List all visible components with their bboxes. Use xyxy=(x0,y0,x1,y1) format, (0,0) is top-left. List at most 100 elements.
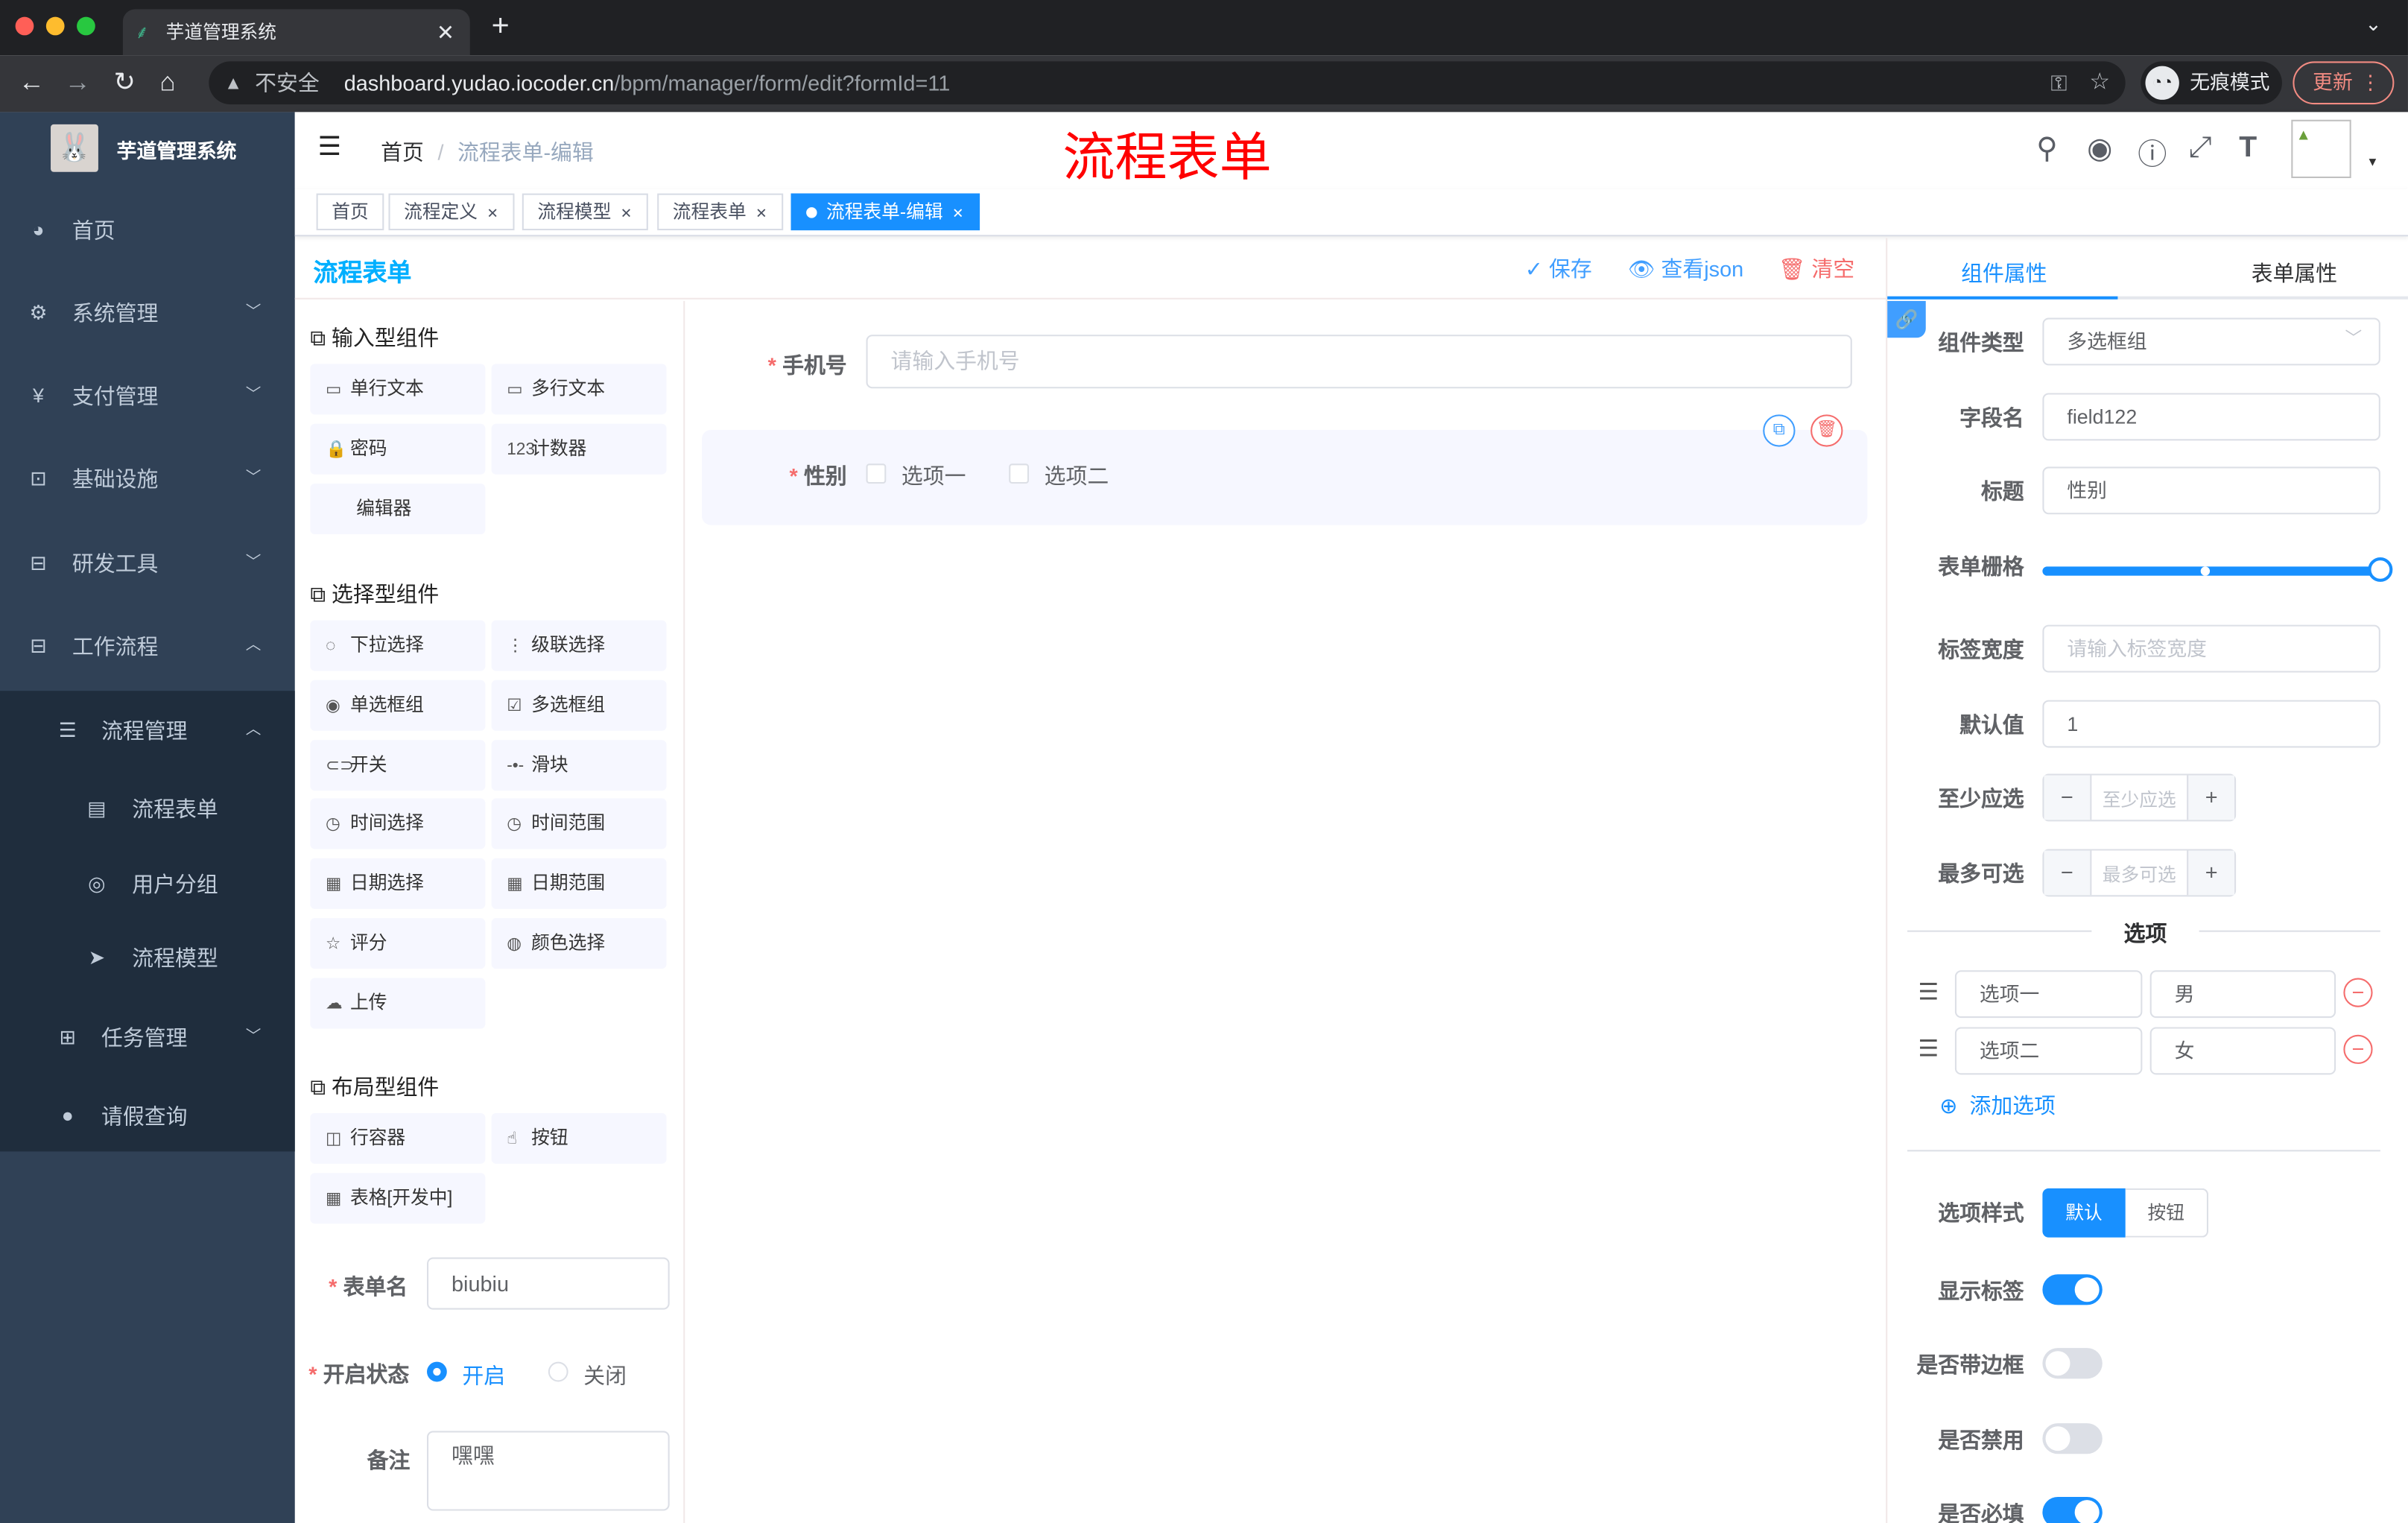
component-button[interactable]: ▦ 表格[开发中] xyxy=(310,1172,486,1223)
component-button[interactable]: ◍ 颜色选择 xyxy=(491,918,667,969)
back-icon[interactable]: ← xyxy=(19,68,45,98)
required-toggle[interactable] xyxy=(2042,1496,2103,1523)
minimize-window-button[interactable] xyxy=(45,16,65,36)
decrease-button[interactable]: − xyxy=(2044,775,2092,820)
close-tag-icon[interactable]: ✕ xyxy=(755,206,767,221)
sidebar-item[interactable]: ⊟ 研发工具 ﹀ xyxy=(0,525,295,602)
span-slider[interactable] xyxy=(2042,566,2380,576)
tab-component-props[interactable]: 组件属性 xyxy=(1961,258,2047,288)
address-bar[interactable]: ▲ 不安全 dashboard.yudao.iocoder.cn/bpm/man… xyxy=(209,61,2126,105)
sidebar-item[interactable]: ¥ 支付管理 ﹀ xyxy=(0,358,295,434)
tag-0[interactable]: 首页 xyxy=(316,193,384,231)
close-tag-icon[interactable]: ✕ xyxy=(621,206,633,221)
style-button-button[interactable]: 按钮 xyxy=(2125,1188,2209,1238)
github-icon[interactable]: ◉ xyxy=(2087,132,2112,167)
remove-option-icon[interactable]: − xyxy=(2343,978,2373,1007)
component-button[interactable]: ⋮ 级联选择 xyxy=(491,620,667,671)
title-input[interactable]: 性别 xyxy=(2042,466,2380,515)
component-button[interactable]: -•- 滑块 xyxy=(491,739,667,791)
status-on-label[interactable]: 开启 xyxy=(462,1361,505,1391)
component-button[interactable]: ▦ 日期选择 xyxy=(310,858,486,910)
disabled-toggle[interactable] xyxy=(2042,1423,2103,1454)
component-button[interactable]: ◷ 时间范围 xyxy=(491,799,667,850)
field-name-input[interactable]: field122 xyxy=(2042,393,2380,441)
remark-textarea[interactable]: 嘿嘿 xyxy=(427,1431,670,1511)
style-default-button[interactable]: 默认 xyxy=(2042,1188,2126,1238)
option-two-label[interactable]: 选项二 xyxy=(1045,460,1109,491)
sidebar-item[interactable]: ⊡ 基础设施 ﹀ xyxy=(0,440,295,517)
component-button[interactable]: ◌ 下拉选择 xyxy=(310,620,486,671)
component-button[interactable]: ◫ 行容器 xyxy=(310,1112,486,1164)
drag-handle-icon[interactable]: ☰ xyxy=(1918,1035,1939,1063)
max-select-stepper[interactable]: − 最多可选 + xyxy=(2042,849,2237,897)
delete-icon[interactable]: 🗑 xyxy=(1810,414,1843,447)
security-label[interactable]: 不安全 xyxy=(255,61,320,104)
tab-list-chevron-icon[interactable]: ⌄ xyxy=(2365,12,2381,37)
component-type-select[interactable]: 多选框组 xyxy=(2042,317,2380,366)
sidebar-item[interactable]: ➤ 流程模型 xyxy=(0,919,295,996)
sidebar-item[interactable]: ⊟ 工作流程 ︿ xyxy=(0,608,295,685)
component-button[interactable]: ◷ 时间选择 xyxy=(310,799,486,850)
sidebar-item[interactable]: ⊞ 任务管理 ﹀ xyxy=(0,999,295,1076)
component-button[interactable]: ☝ 按钮 xyxy=(491,1112,667,1164)
component-button[interactable]: ☁ 上传 xyxy=(310,978,486,1029)
clear-button[interactable]: 🗑 清空 xyxy=(1778,253,1854,284)
home-icon[interactable]: ⌂ xyxy=(159,68,175,98)
phone-input[interactable]: 请输入手机号 xyxy=(866,335,1852,389)
decrease-button[interactable]: − xyxy=(2044,850,2092,896)
maximize-window-button[interactable] xyxy=(77,16,95,36)
option-one-label[interactable]: 选项一 xyxy=(902,460,966,491)
component-button[interactable]: ⊂⊃开关 xyxy=(310,739,486,791)
sidebar-item[interactable]: ◕ 首页 xyxy=(0,192,295,269)
component-button[interactable]: ◉ 单选框组 xyxy=(310,680,486,731)
component-button[interactable]: ▭ 单行文本 xyxy=(310,364,486,415)
reload-icon[interactable]: ↻ xyxy=(114,68,136,98)
status-on-radio[interactable] xyxy=(427,1361,447,1382)
tag-4[interactable]: 流程表单-编辑 ✕ xyxy=(790,193,980,231)
font-size-icon[interactable]: T xyxy=(2239,132,2257,165)
tag-1[interactable]: 流程定义 ✕ xyxy=(388,193,514,231)
component-button[interactable]: ☆ 评分 xyxy=(310,918,486,969)
option-two-checkbox[interactable] xyxy=(1009,463,1030,484)
sidebar-item[interactable]: ⚙ 系统管理 ﹀ xyxy=(0,275,295,352)
add-option-button[interactable]: ⊕ 添加选项 xyxy=(1939,1090,2056,1121)
sidebar-item[interactable]: ◎ 用户分组 xyxy=(0,846,295,922)
tag-3[interactable]: 流程表单 ✕ xyxy=(657,193,783,231)
fullscreen-icon[interactable]: ⤢ xyxy=(2188,132,2211,165)
help-icon[interactable]: ⓘ xyxy=(2138,132,2167,174)
tag-2[interactable]: 流程模型 ✕ xyxy=(522,193,647,231)
close-tag-icon[interactable]: ✕ xyxy=(952,206,964,221)
option-value-input[interactable]: 女 xyxy=(2149,1027,2336,1075)
update-button[interactable]: 更新 ⋮ xyxy=(2293,61,2395,105)
sidebar-item[interactable]: ● 请假查询 xyxy=(0,1077,295,1154)
save-button[interactable]: ✓ 保存 xyxy=(1525,253,1592,284)
copy-icon[interactable]: ⧉ xyxy=(1763,414,1796,447)
chevron-down-icon[interactable]: ﹀ xyxy=(2345,326,2362,350)
increase-button[interactable]: + xyxy=(2187,775,2235,820)
close-window-button[interactable] xyxy=(15,16,34,36)
component-button[interactable]: 🔒 密码 xyxy=(310,423,486,475)
close-tab-icon[interactable]: ✕ xyxy=(437,9,454,55)
view-json-button[interactable]: 👁 查看json xyxy=(1628,253,1743,284)
browser-tab[interactable]: ⸙ 芋道管理系统 ✕ xyxy=(122,9,470,56)
status-off-radio[interactable] xyxy=(548,1361,568,1382)
label-width-input[interactable]: 请输入标签宽度 xyxy=(2042,624,2380,673)
option-one-checkbox[interactable] xyxy=(866,463,887,484)
hamburger-icon[interactable]: ☰ xyxy=(318,132,341,162)
forward-icon[interactable]: → xyxy=(65,68,91,98)
sidebar-item[interactable]: ▤ 流程表单 xyxy=(0,770,295,847)
key-icon[interactable]: ⚿ xyxy=(2050,61,2067,104)
remove-option-icon[interactable]: − xyxy=(2343,1034,2373,1064)
bookmark-star-icon[interactable]: ☆ xyxy=(2089,61,2110,104)
option-value-input[interactable]: 男 xyxy=(2149,970,2336,1019)
show-label-toggle[interactable] xyxy=(2042,1274,2103,1305)
search-icon[interactable]: ⚲ xyxy=(2036,132,2058,167)
component-button[interactable]: ▭ 多行文本 xyxy=(491,364,667,415)
incognito-badge[interactable]: ◔◔ 无痕模式 xyxy=(2141,61,2282,105)
min-select-stepper[interactable]: − 至少应选 + xyxy=(2042,773,2237,822)
caret-down-icon[interactable]: ▼ xyxy=(2366,155,2378,169)
status-off-label[interactable]: 关闭 xyxy=(583,1361,627,1391)
option-label-input[interactable]: 选项一 xyxy=(1954,970,2143,1019)
option-label-input[interactable]: 选项二 xyxy=(1954,1027,2143,1075)
breadcrumb-home[interactable]: 首页 xyxy=(381,140,424,165)
